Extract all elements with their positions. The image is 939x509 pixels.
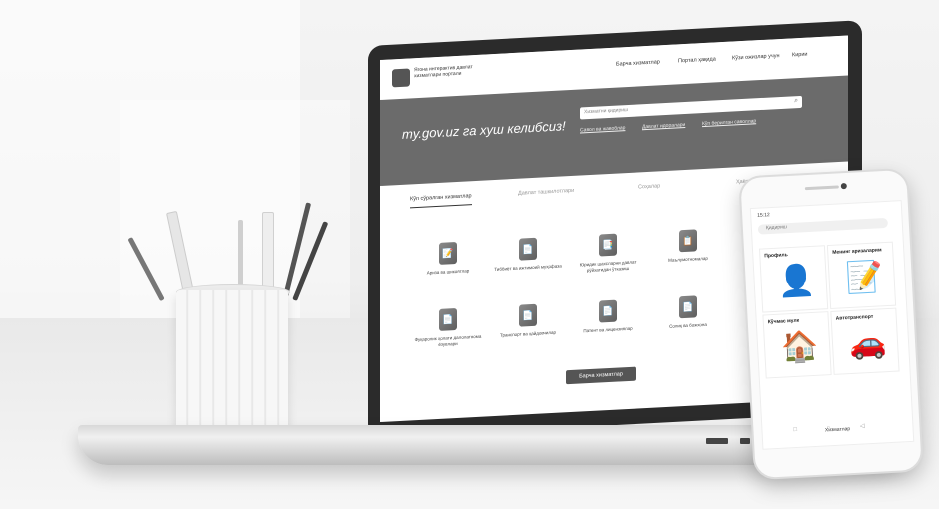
service-label: Солиқ ва божхона (669, 321, 707, 329)
pen-cup (176, 290, 288, 440)
logo-text: Ягона интерактив давлат хизматлари порта… (414, 64, 473, 80)
service-label: Патент ва лицензиялар (583, 325, 633, 334)
phone-search-input[interactable]: Қидириш (757, 217, 889, 235)
document-icon: 📝 (439, 241, 457, 265)
card-property[interactable]: Кўчмас мулк 🏠 (762, 311, 832, 379)
service-label: Фуқаролик ҳолати далолатнома ёзувлари (414, 333, 482, 347)
quick-link[interactable]: Савол ва жавоблар (580, 125, 625, 133)
service-label: Ариза ва шикоятлар (426, 268, 470, 276)
card-profile[interactable]: Профиль 👤 (758, 245, 829, 313)
tab-organizations[interactable]: Давлат ташкилотлари (518, 188, 574, 197)
document-icon: 📄 (519, 303, 537, 327)
service-label: Транспорт ва ҳайдовчилар (499, 329, 557, 338)
quick-link[interactable]: Давлат идоралари (642, 122, 685, 130)
usb-port (706, 438, 728, 444)
tab-popular[interactable]: Кўп сўралган хизматлар (410, 193, 472, 209)
quick-link[interactable]: Кўп берилган саволлар (702, 118, 756, 127)
user-icon: 👤 (776, 263, 816, 299)
nav-accessibility[interactable]: Кўзи ожизлар учун (732, 53, 780, 61)
service-item[interactable]: 📄 Тиббиёт ва ижтимоий муҳофаза (488, 236, 568, 273)
card-applications[interactable]: Менинг аризаларим 📝 (826, 241, 897, 310)
car-icon: 🚗 (848, 326, 888, 362)
service-item[interactable]: 📄 Транспорт ва ҳайдовчилар (488, 302, 568, 339)
smartphone: 15:12 Қидириш Профиль 👤 Менинг аризаларим… (738, 167, 924, 481)
house-icon: 🏠 (780, 329, 820, 365)
document-icon: 📑 (599, 233, 617, 257)
phone-screen: 15:12 Қидириш Профиль 👤 Менинг аризаларим… (749, 200, 915, 450)
portal-logo-icon[interactable] (392, 68, 410, 88)
tab-categories[interactable]: Соҳалар (638, 183, 660, 190)
search-input[interactable]: Хизматни қидириш ⌕ (580, 95, 802, 120)
service-label: Тиббиёт ва ижтимоий муҳофаза (494, 263, 562, 273)
card-vehicle[interactable]: Автотранспорт 🚗 (830, 307, 900, 375)
service-item[interactable]: 📄 Солиқ ва божхона (648, 294, 728, 331)
document-icon: 📄 (679, 295, 697, 319)
document-icon: 📄 (599, 299, 617, 323)
nav-all-services[interactable]: Барча хизматлар (616, 59, 660, 67)
all-services-button[interactable]: Барча хизматлар (566, 366, 636, 385)
service-item[interactable]: 📝 Ариза ва шикоятлар (408, 240, 488, 277)
service-label: Маълумотномалар (668, 255, 708, 263)
document-icon: 📄 (439, 307, 457, 331)
service-item[interactable]: 📋 Маълумотномалар (648, 228, 728, 265)
card-title: Автотранспорт (835, 313, 874, 322)
card-title: Кўчмас мулк (767, 317, 800, 326)
phone-camera-icon (840, 182, 847, 190)
nav-login[interactable]: Кирии (792, 52, 807, 59)
document-icon: 📋 (679, 229, 697, 253)
service-item[interactable]: 📄 Патент ва лицензиялар (568, 298, 648, 335)
usb-port (740, 438, 750, 444)
search-placeholder: Хизматни қидириш (584, 107, 629, 116)
scene: Ягона интерактив давлат хизматлари порта… (0, 0, 939, 509)
card-title: Менинг аризаларим (832, 247, 882, 256)
nav-about[interactable]: Портал ҳақида (678, 56, 716, 64)
service-item[interactable]: 📑 Юридик шахсларни давлат рўйхатидан ўтка… (568, 232, 648, 274)
search-icon[interactable]: ⌕ (794, 97, 798, 105)
card-title: Профиль (764, 252, 788, 260)
hero-title: my.gov.uz га хуш келибсиз! (402, 118, 566, 142)
service-label: Юридик шахсларни давлат рўйхатидан ўтказ… (579, 259, 637, 273)
service-item[interactable]: 📄 Фуқаролик ҳолати далолатнома ёзувлари (408, 306, 488, 348)
phone-speaker (804, 185, 839, 191)
document-icon: 📝 (844, 260, 884, 296)
document-icon: 📄 (519, 237, 537, 261)
phone-time: 15:12 (757, 212, 770, 219)
phone-search-placeholder: Қидириш (765, 224, 788, 232)
